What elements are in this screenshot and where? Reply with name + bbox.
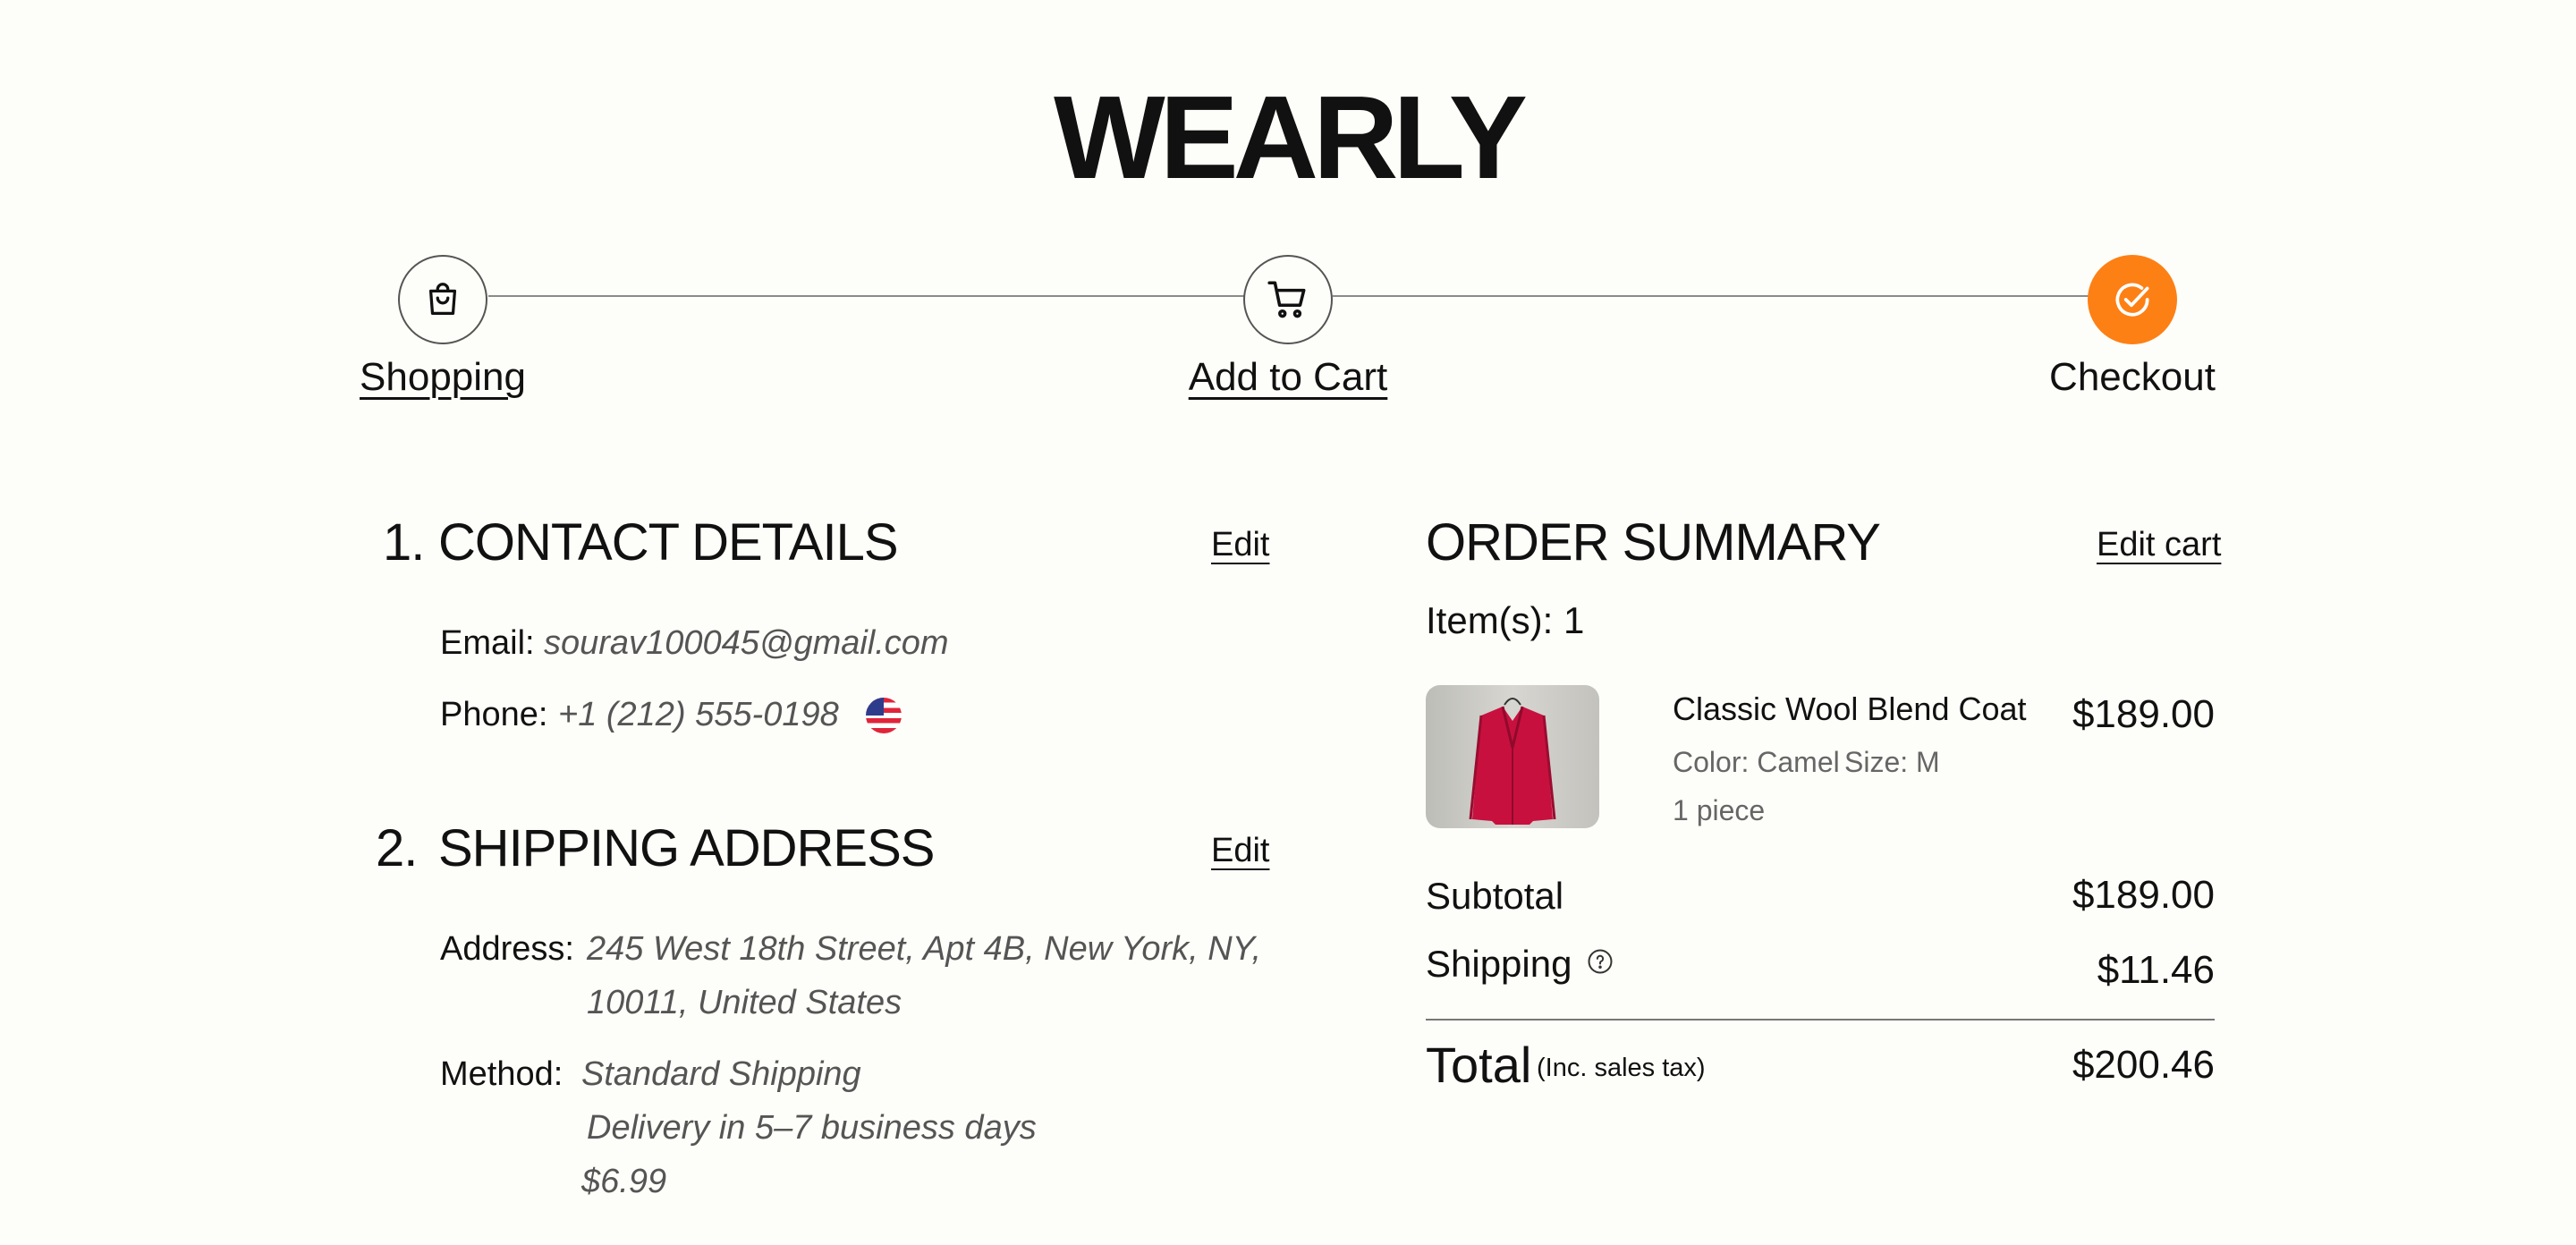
subtotal-label: Subtotal [1426,875,1564,917]
cart-icon [1267,281,1306,318]
shipping-value: $11.46 [2097,948,2215,992]
step-checkout[interactable] [2088,255,2177,344]
edit-cart-button[interactable]: Edit cart [2097,526,2221,564]
product-image[interactable] [1426,685,1599,828]
subtotal-value: $189.00 [2072,873,2215,917]
total-value: $200.46 [2072,1043,2215,1087]
brand-logo[interactable]: WEARLY [0,79,2576,197]
method-delivery: Delivery in 5–7 business days [587,1109,1037,1147]
us-flag-icon [866,698,902,733]
order-summary-title: ORDER SUMMARY [1426,513,1881,572]
item-color: Color: Camel [1673,746,1840,778]
contact-section-title: CONTACT DETAILS [438,513,899,572]
progress-line-2 [1333,295,2089,297]
step-label-shopping[interactable]: Shopping [360,354,526,402]
phone-value: +1 (212) 555-0198 [558,696,839,733]
shopping-bag-icon [428,283,457,315]
email-value: sourav100045@gmail.com [544,624,949,662]
method-price: $6.99 [581,1163,667,1200]
item-quantity: 1 piece [1673,794,1766,826]
item-price: $189.00 [2072,692,2215,736]
address-line-2: 10011, United States [587,984,902,1021]
contact-section-number: 1. [383,513,425,572]
total-label: Total [1426,1037,1532,1093]
item-name[interactable]: Classic Wool Blend Coat [1673,690,2027,728]
shipping-label: Shipping [1426,943,1572,985]
progress-line-1 [488,295,1245,297]
help-icon[interactable] [1587,948,1614,975]
email-label: Email: [440,624,535,662]
step-shopping[interactable] [398,255,487,344]
address-line-1: 245 West 18th Street, Apt 4B, New York, … [587,930,1262,968]
method-name: Standard Shipping [581,1055,861,1093]
address-label: Address: [440,930,574,968]
step-label-add-to-cart[interactable]: Add to Cart [1189,354,1388,402]
phone-label: Phone: [440,696,548,733]
step-label-checkout: Checkout [2049,355,2216,399]
edit-shipping-button[interactable]: Edit [1211,832,1269,870]
check-circle-icon [2115,283,2149,317]
edit-contact-button[interactable]: Edit [1211,526,1269,564]
total-note: (Inc. sales tax) [1537,1054,1706,1082]
method-label: Method: [440,1055,564,1093]
item-count: Item(s): 1 [1426,599,1585,641]
shipping-section-title: SHIPPING ADDRESS [438,819,935,877]
shipping-section-number: 2. [376,819,418,877]
summary-divider [1426,1019,2215,1021]
item-size: Size: M [1844,746,1940,778]
step-add-to-cart[interactable] [1243,255,1333,344]
